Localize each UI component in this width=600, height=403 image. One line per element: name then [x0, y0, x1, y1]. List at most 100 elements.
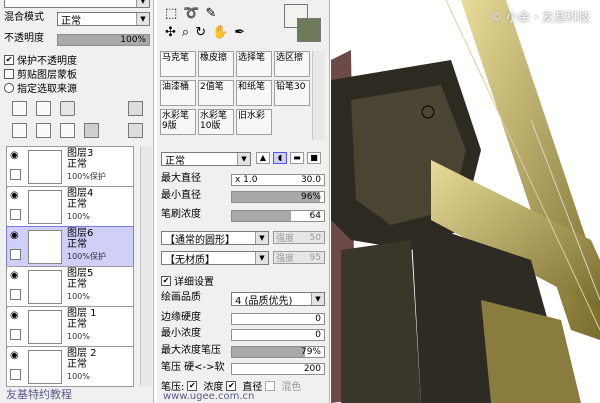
tool-button[interactable]: 选区擦 — [274, 51, 310, 77]
tool-button[interactable]: 水彩笔9版 — [160, 109, 196, 135]
eye-icon[interactable]: ◉ — [10, 151, 24, 161]
tool-button[interactable]: 2值笔 — [198, 80, 234, 106]
tool-button[interactable]: 旧水彩 — [236, 109, 272, 135]
shape-round-icon[interactable]: ◖ — [273, 152, 287, 164]
shape-strength[interactable]: 强度 50 — [273, 231, 325, 244]
protect-opacity-option[interactable]: ✔ 保护不透明度 — [4, 52, 77, 67]
layer-name: 图层6 — [67, 228, 94, 239]
min-diameter-slider[interactable]: 96% — [231, 191, 325, 203]
tool-button[interactable]: 和纸笔 — [236, 80, 272, 106]
max-density-pressure-slider[interactable]: 79% — [231, 346, 325, 358]
layer-mode: 正常 — [67, 319, 87, 330]
texture-strength[interactable]: 强度 95 — [273, 251, 325, 264]
eye-icon[interactable]: ◉ — [10, 191, 24, 201]
checkbox[interactable] — [4, 68, 14, 79]
layer-lock-checkbox[interactable] — [10, 289, 21, 300]
layer-row[interactable]: ◉ 图层3 正常 100%保护 — [6, 146, 134, 187]
opacity-slider[interactable]: 100% — [57, 34, 150, 46]
footer-left: 友基特约教程 — [6, 388, 72, 401]
move-icon[interactable]: ✣ — [165, 25, 176, 40]
eye-icon[interactable]: ◉ — [10, 271, 24, 281]
clip-group-option[interactable]: 剪贴图层蒙板 — [4, 66, 77, 81]
tool-button[interactable]: 铅笔30 — [274, 80, 310, 106]
tool-button[interactable]: 橡皮擦 — [198, 51, 234, 77]
layer-thumbnail — [28, 190, 62, 224]
background-color-swatch[interactable] — [297, 18, 321, 42]
blend-checkbox[interactable] — [265, 380, 276, 391]
radio[interactable] — [4, 82, 14, 93]
brush-mode-select[interactable]: 正常 ▼ — [161, 152, 251, 167]
brush-density-slider[interactable]: 64 — [231, 210, 325, 222]
detail-settings-option[interactable]: ✔ 详细设置 — [161, 273, 214, 288]
new-folder-icon[interactable] — [60, 101, 75, 116]
max-diameter-slider[interactable]: x 1.0 30.0 — [231, 174, 325, 186]
layer-thumbnail — [28, 310, 62, 344]
brush-density-fill — [232, 211, 291, 221]
blend-mode-label: 混合模式 — [4, 12, 44, 23]
density-checkbox[interactable]: ✔ — [187, 380, 198, 391]
tool-scrollbar[interactable] — [312, 51, 325, 140]
eyedropper-icon[interactable]: ✒ — [234, 25, 245, 40]
lasso-icon[interactable]: ➰ — [183, 6, 199, 21]
canvas-artwork[interactable]: © 小余・友基科技 — [331, 0, 600, 403]
quality-select[interactable]: 4 (品质优先) ▼ — [231, 292, 325, 307]
layer-row[interactable]: ◉ 图层4 正常 100% — [6, 186, 134, 227]
layer-name: 图层3 — [67, 148, 94, 159]
tool-button[interactable]: 选择笔 — [236, 51, 272, 77]
clear-layer-icon[interactable] — [60, 123, 75, 138]
copy-layer-icon[interactable] — [12, 123, 27, 138]
selection-source-option[interactable]: 指定选取来源 — [4, 80, 77, 95]
hand-icon[interactable]: ✋ — [212, 25, 228, 40]
layer-lock-checkbox[interactable] — [10, 209, 21, 220]
merge-down-icon[interactable] — [36, 123, 51, 138]
layer-mask-icon[interactable] — [128, 101, 143, 116]
layer-lock-checkbox[interactable] — [10, 249, 21, 260]
tool-button[interactable]: 油漆桶 — [160, 80, 196, 106]
pressure-label: 笔压 硬<->软 — [161, 362, 225, 373]
eye-icon[interactable]: ◉ — [10, 231, 24, 241]
brush-density-label: 笔刷浓度 — [161, 209, 201, 220]
diameter-checkbox[interactable]: ✔ — [226, 380, 237, 391]
layer-lock-checkbox[interactable] — [10, 369, 21, 380]
checkbox-checked[interactable]: ✔ — [161, 275, 171, 286]
new-layer-icon[interactable] — [12, 101, 27, 116]
layer-row[interactable]: ◉ 图层 2 正常 100% — [6, 346, 134, 387]
rotate-icon[interactable]: ↻ — [195, 25, 206, 40]
pressure-slider[interactable]: 200 — [231, 363, 325, 375]
layer-row[interactable]: ◉ 图层 1 正常 100% — [6, 306, 134, 347]
zoom-icon[interactable]: ⌕ — [182, 25, 189, 40]
layer-row[interactable]: ◉ 图层6 正常 100%保护 — [6, 226, 134, 267]
brush-panel: ⬚ ➰ ✎ ✣ ⌕ ↻ ✋ ✒ 马克笔 橡皮擦 选择笔 选区擦油漆桶 2值笔 和纸笔 铅笔3… — [157, 0, 330, 403]
tool-button[interactable]: 马克笔 — [160, 51, 196, 77]
blend-mode-select[interactable]: 正常 ▼ — [57, 12, 150, 27]
rect-select-icon[interactable]: ⬚ — [165, 6, 177, 21]
max-density-pressure-label: 最大浓度笔压 — [161, 345, 221, 356]
layer-name: 图层 2 — [67, 348, 97, 359]
min-density-label: 最小浓度 — [161, 328, 201, 339]
layer-opacity: 100%保护 — [67, 252, 106, 261]
new-vector-layer-icon[interactable] — [36, 101, 51, 116]
brush-shape-select[interactable]: 【通常的圆形】 ▼ — [161, 231, 269, 246]
checkbox-checked[interactable]: ✔ — [4, 54, 14, 65]
shape-sharp-icon[interactable]: ▲ — [256, 152, 270, 164]
edge-hardness-slider[interactable]: 0 — [231, 313, 325, 325]
layer-name: 图层4 — [67, 188, 94, 199]
layer-row[interactable]: ◉ 图层5 正常 100% — [6, 266, 134, 307]
layer-mode: 正常 — [67, 159, 87, 170]
layer-thumbnail — [28, 270, 62, 304]
texture-select[interactable]: 【无材质】 ▼ — [161, 251, 269, 266]
eye-icon[interactable]: ◉ — [10, 351, 24, 361]
tool-button[interactable]: 水彩笔10版 — [198, 109, 234, 135]
shape-square-icon[interactable]: ■ — [307, 152, 321, 164]
shape-flat-icon[interactable]: ▬ — [290, 152, 304, 164]
chevron-down-icon: ▼ — [255, 252, 268, 264]
magic-wand-icon[interactable]: ✎ — [205, 6, 216, 21]
layer-lock-checkbox[interactable] — [10, 169, 21, 180]
merge-visible-icon[interactable] — [128, 123, 143, 138]
layer-scrollbar[interactable] — [140, 146, 152, 386]
min-density-slider[interactable]: 0 — [231, 329, 325, 341]
eye-icon[interactable]: ◉ — [10, 311, 24, 321]
layer-lock-checkbox[interactable] — [10, 329, 21, 340]
trash-icon[interactable] — [84, 123, 99, 138]
top-combo[interactable]: ▼ — [4, 0, 150, 8]
